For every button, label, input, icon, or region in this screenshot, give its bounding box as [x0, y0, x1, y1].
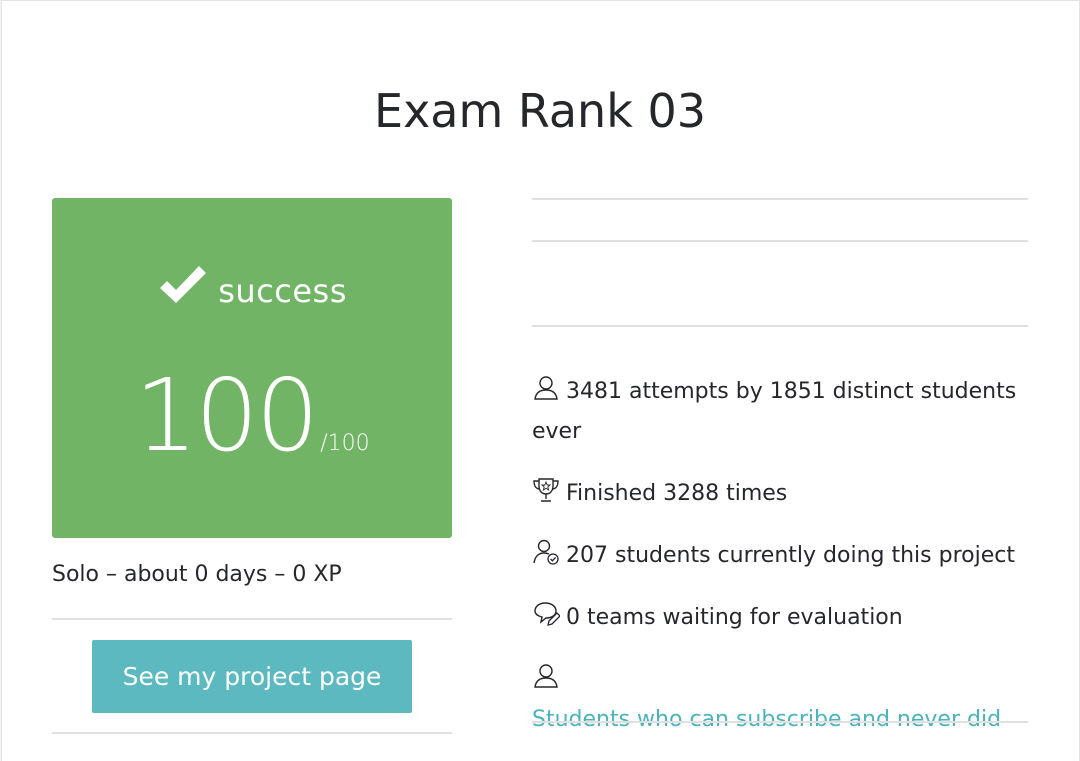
stat-subscribe: Students who can subscribe and never did — [532, 660, 1028, 740]
subscribe-link[interactable]: Students who can subscribe and never did — [532, 707, 1001, 732]
project-meta: Solo – about 0 days – 0 XP — [52, 562, 342, 587]
status-row: success — [52, 266, 452, 314]
page-title: Exam Rank 03 — [374, 84, 706, 138]
divider — [52, 732, 452, 734]
result-box: success 100/100 — [52, 198, 452, 538]
score-max: /100 — [320, 431, 370, 456]
stat-finished-text: Finished 3288 times — [566, 481, 788, 506]
stat-current: 207 students currently doing this projec… — [532, 536, 1028, 576]
user-icon — [534, 664, 558, 688]
check-icon — [160, 266, 207, 303]
stat-waiting: 0 teams waiting for evaluation — [532, 598, 1028, 638]
user-icon — [534, 376, 558, 400]
divider — [532, 240, 1028, 242]
divider — [52, 618, 452, 620]
status-label: success — [218, 272, 347, 310]
trophy-icon — [533, 478, 559, 502]
see-project-button[interactable]: See my project page — [92, 640, 412, 713]
divider — [532, 325, 1028, 327]
user-check-icon — [533, 539, 559, 565]
divider — [532, 198, 1028, 200]
stat-current-text: 207 students currently doing this projec… — [566, 543, 1015, 568]
stat-attempts-text: 3481 attempts by 1851 distinct students … — [532, 379, 1017, 444]
stat-waiting-text: 0 teams waiting for evaluation — [566, 605, 903, 630]
stat-finished: Finished 3288 times — [532, 474, 1028, 514]
chat-pencil-icon — [534, 602, 560, 626]
divider — [532, 721, 1028, 723]
score-value: 100 — [134, 357, 319, 474]
score-row: 100/100 — [52, 356, 452, 476]
stat-attempts: 3481 attempts by 1851 distinct students … — [532, 372, 1028, 452]
